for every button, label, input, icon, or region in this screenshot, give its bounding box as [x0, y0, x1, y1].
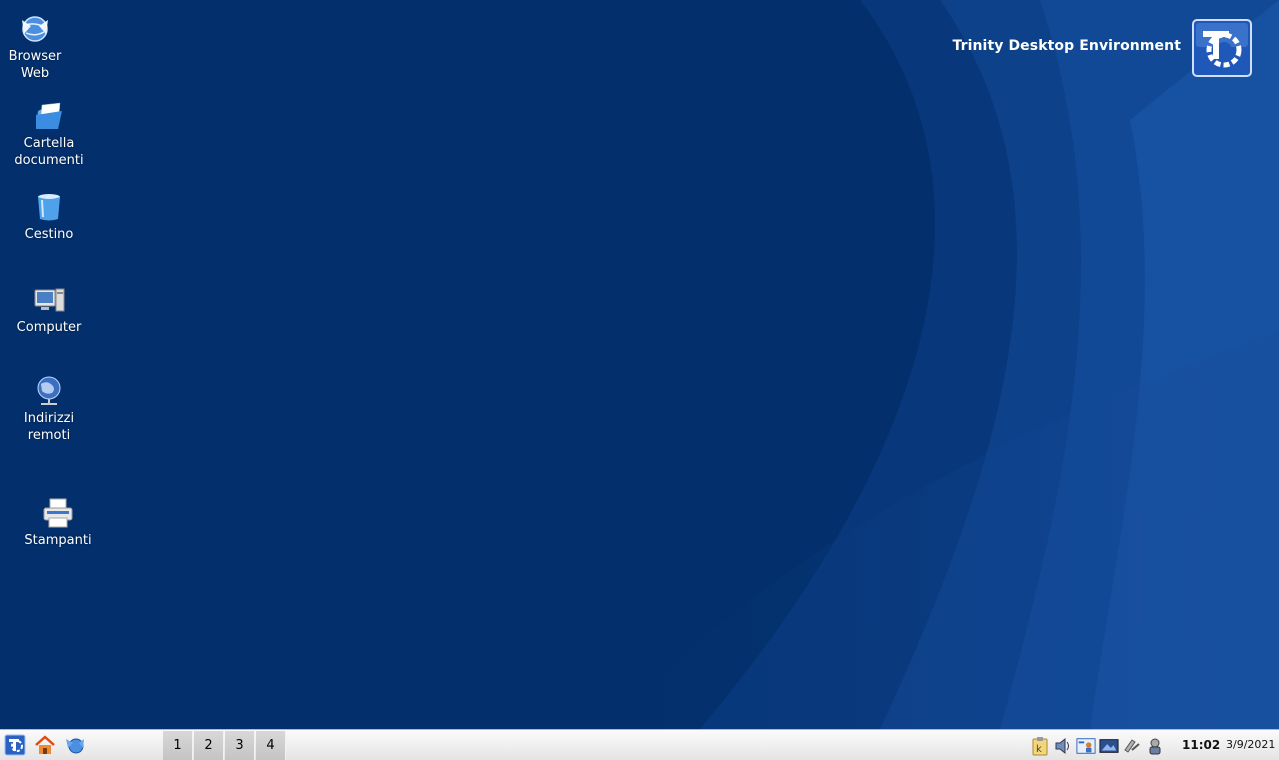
taskbar: 1 2 3 4 k 11:02 3/9/2021 [0, 729, 1279, 760]
desktop-icon-label: Stampanti [24, 533, 92, 548]
desktop-icon-label: Cestino [24, 227, 74, 242]
volume-icon [1055, 737, 1069, 755]
display-tray[interactable] [1099, 736, 1119, 756]
computer-icon [34, 288, 65, 312]
svg-text:k: k [1036, 744, 1042, 755]
wallpaper-waves [600, 0, 1279, 729]
desktop-icon-trash[interactable]: Cestino [1, 190, 97, 243]
desktop-icon-label: Browser Web [8, 49, 62, 81]
network-icon [1124, 739, 1140, 753]
network-tray[interactable] [1122, 736, 1142, 756]
network-globe-icon [37, 376, 61, 405]
desktop-icon-computer[interactable]: Computer [1, 283, 97, 336]
tde-menu-icon [4, 734, 26, 756]
updates-icon [1149, 738, 1161, 755]
klipper-icon: k [1032, 737, 1048, 756]
pager-desktop-3[interactable]: 3 [225, 731, 255, 760]
desktop-icon-label: Computer [16, 320, 82, 335]
desktop-icon-label: Indirizzi remoti [23, 411, 75, 443]
updates-tray[interactable] [1145, 736, 1165, 756]
desktop[interactable]: Browser Web Cartella documenti Cestino C… [0, 0, 1279, 729]
pager-desktop-4[interactable]: 4 [256, 731, 286, 760]
tde-menu-button[interactable] [2, 733, 28, 757]
home-button[interactable] [32, 733, 58, 757]
pager-desktop-1[interactable]: 1 [163, 731, 193, 760]
klipper-tray[interactable]: k [1030, 736, 1050, 756]
browser-icon [66, 738, 84, 754]
brand-text: Trinity Desktop Environment [952, 38, 1181, 54]
desktop-icon-documents[interactable]: Cartella documenti [1, 99, 97, 169]
desktop-icon-browser[interactable]: Browser Web [0, 12, 83, 82]
volume-tray[interactable] [1053, 736, 1073, 756]
printer-icon [43, 498, 73, 528]
trinity-logo-icon [1192, 19, 1252, 77]
home-icon [35, 735, 55, 754]
folder-icon [36, 102, 62, 129]
browser-button[interactable] [62, 733, 88, 757]
user-switch-icon [1076, 738, 1096, 754]
user-switch-tray[interactable] [1076, 736, 1096, 756]
desktop-icon-printers[interactable]: Stampanti [10, 496, 106, 549]
pager-desktop-2[interactable]: 2 [194, 731, 224, 760]
trash-icon [38, 194, 60, 221]
clock-date[interactable]: 3/9/2021 [1226, 738, 1275, 751]
desktop-icon-label: Cartella documenti [14, 136, 84, 168]
desktop-icon-remote[interactable]: Indirizzi remoti [1, 374, 97, 444]
display-icon [1099, 739, 1119, 753]
globe-browser-icon [22, 16, 48, 42]
clock-time[interactable]: 11:02 [1182, 738, 1220, 752]
